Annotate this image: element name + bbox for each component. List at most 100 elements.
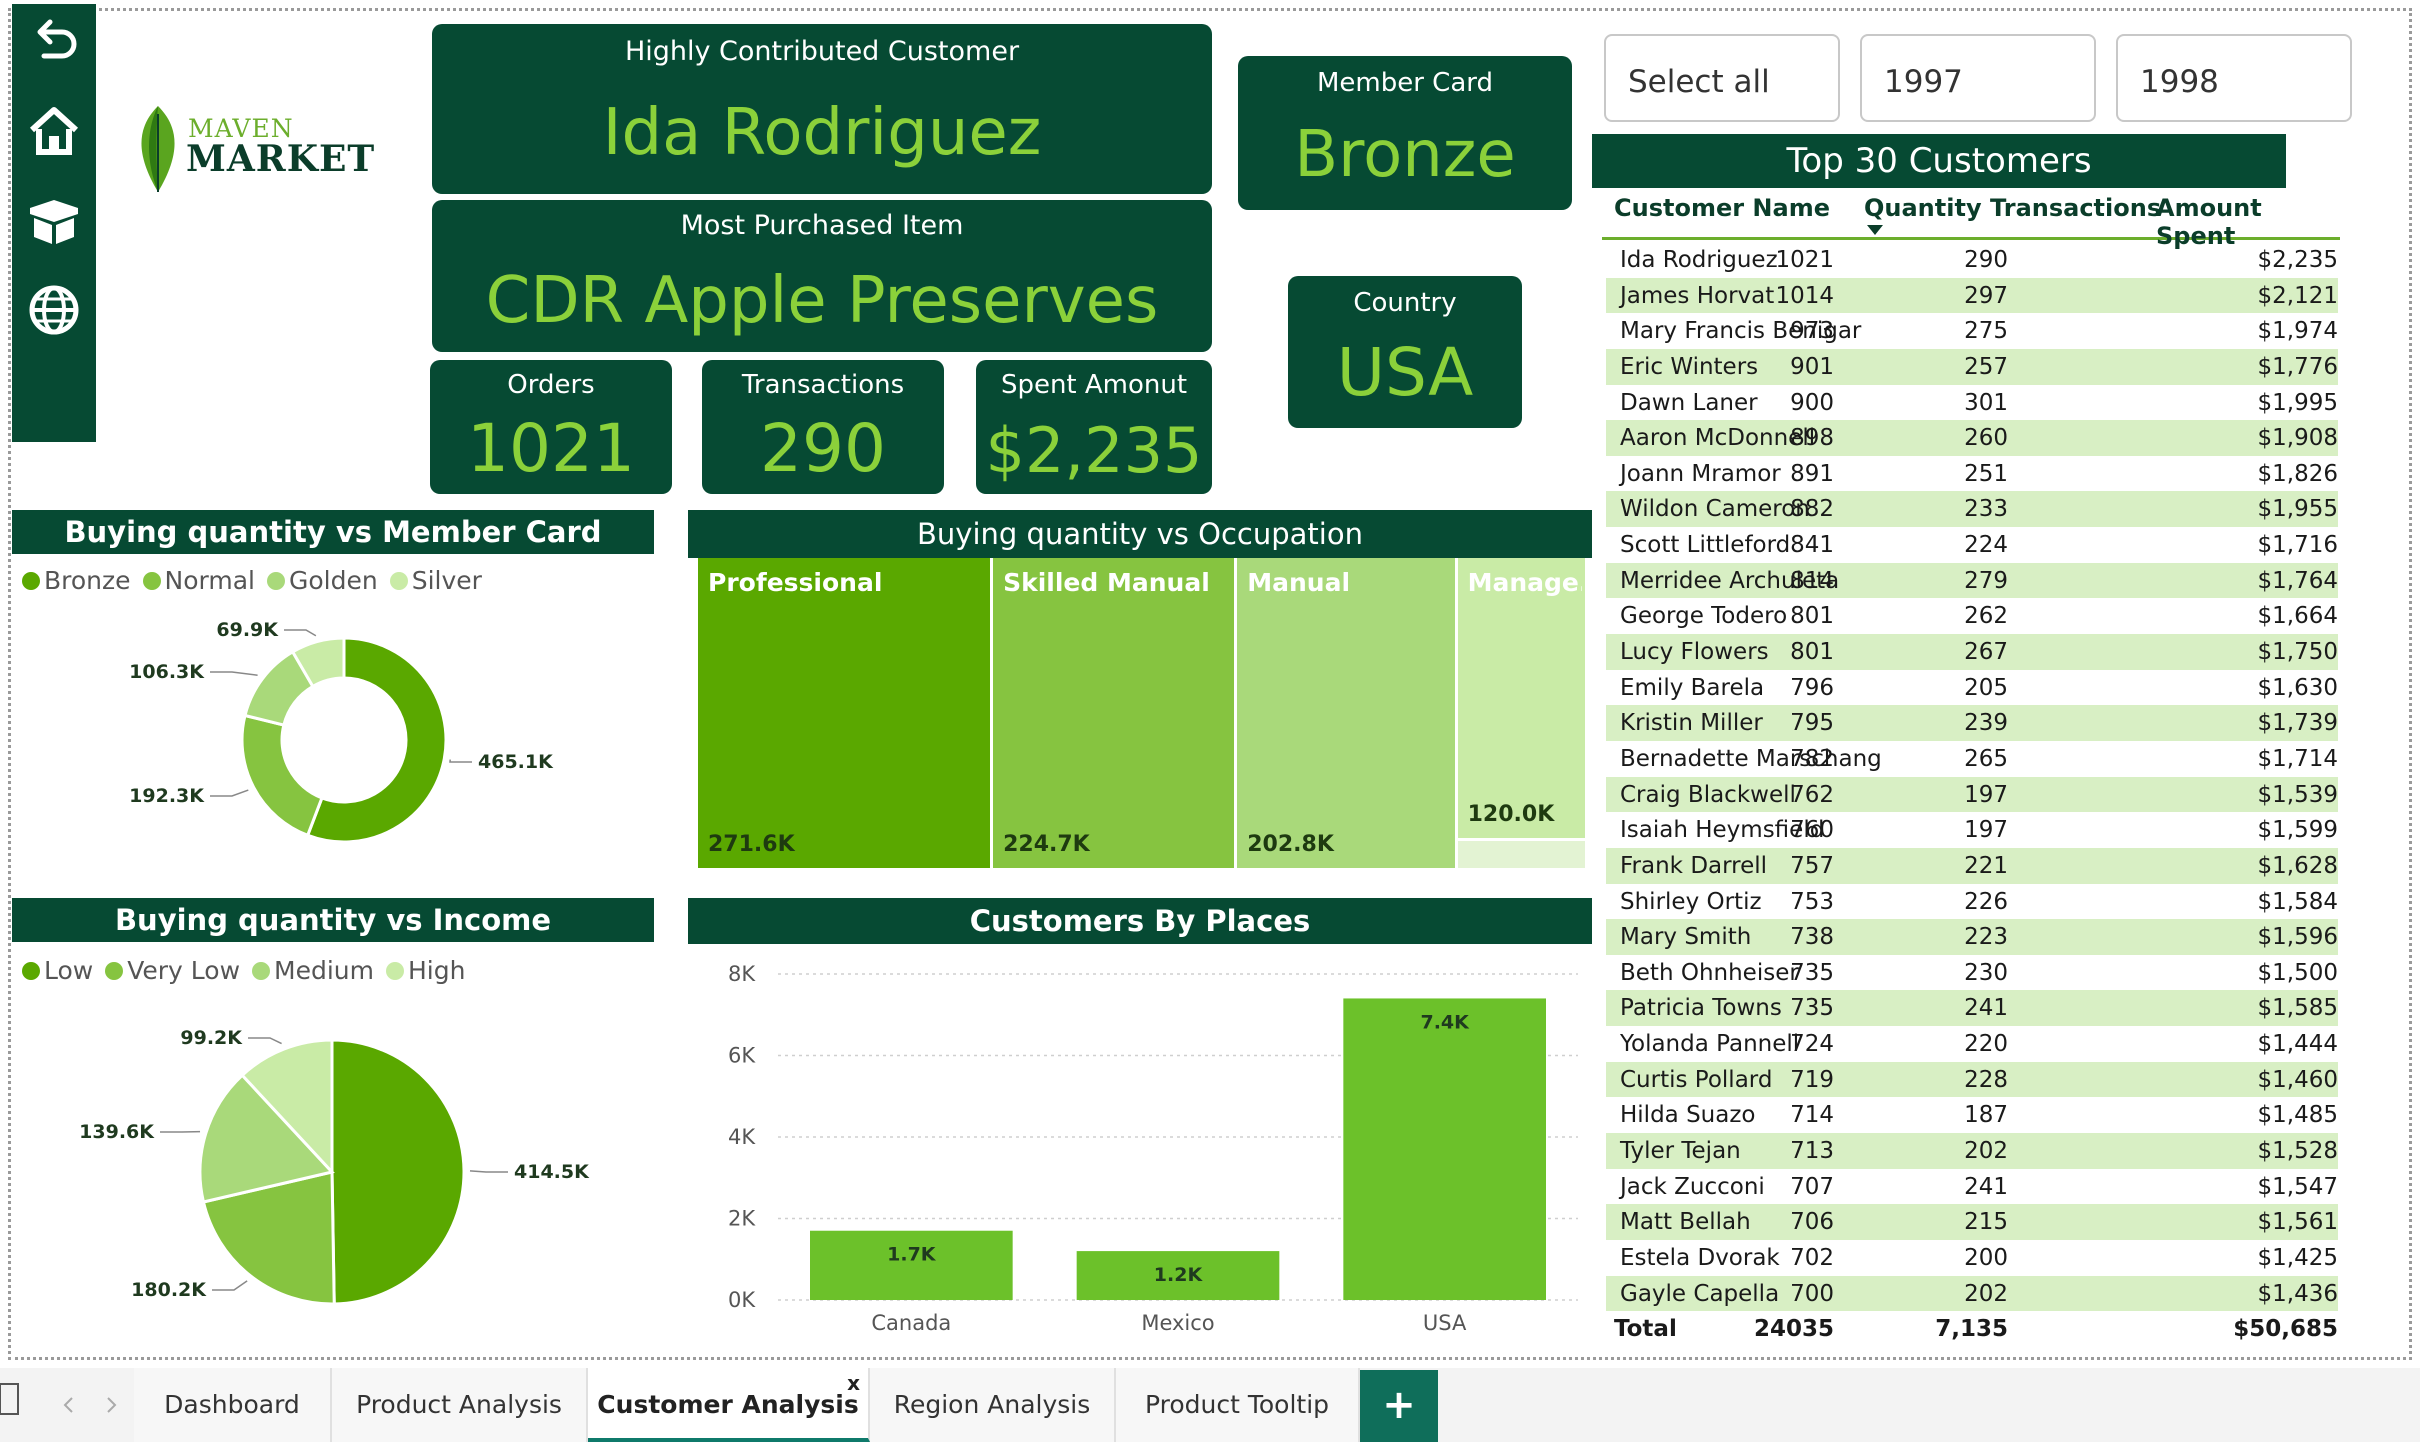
- table-row[interactable]: Dawn Laner 900 301 $1,995: [1606, 385, 2338, 421]
- data-label-3: 69.9K: [216, 619, 279, 641]
- cell-transactions: 233: [1964, 496, 2008, 523]
- table-row[interactable]: Gayle Capella 700 202 $1,436: [1606, 1275, 2338, 1312]
- legend-bronze: Bronze: [44, 566, 131, 595]
- col-customer-name[interactable]: Customer Name: [1614, 194, 1830, 222]
- table-row[interactable]: Curtis Pollard 719 228 $1,460: [1606, 1061, 2338, 1098]
- treemap-cell-0[interactable]: Professional 271.6K: [698, 558, 991, 868]
- table-row[interactable]: Wildon Cameron 882 233 $1,955: [1606, 491, 2338, 528]
- slicer-1998[interactable]: 1998: [2116, 34, 2352, 122]
- cell-quantity: 1021: [1775, 247, 1834, 273]
- cell-transactions: 221: [1964, 852, 2008, 879]
- leader-line: [210, 789, 249, 797]
- cell-amount-spent: $2,121: [2257, 282, 2338, 309]
- col-transactions[interactable]: Transactions: [1990, 194, 2161, 222]
- pie-slice-0[interactable]: [330, 1038, 466, 1306]
- data-label-2: 106.3K: [129, 661, 205, 683]
- tab-dashboard[interactable]: Dashboard: [134, 1368, 332, 1442]
- cell-amount-spent: $1,628: [2257, 852, 2338, 879]
- cell-transactions: 241: [1964, 1173, 2008, 1200]
- cell-amount-spent: $1,584: [2257, 888, 2338, 915]
- cell-quantity: 814: [1790, 567, 1834, 594]
- box-icon[interactable]: [26, 192, 82, 248]
- table-row[interactable]: Merridee Archuleta 814 279 $1,764: [1606, 562, 2338, 599]
- cell-customer-name: Matt Bellah: [1620, 1209, 1751, 1236]
- table-row[interactable]: Eric Winters 901 257 $1,776: [1606, 348, 2338, 385]
- top-item-caption: Most Purchased Item: [680, 210, 964, 241]
- cell-amount-spent: $1,750: [2257, 639, 2338, 666]
- tab-product-tooltip[interactable]: Product Tooltip: [1116, 1368, 1360, 1442]
- table-row[interactable]: Kristin Miller 795 239 $1,739: [1606, 705, 2338, 741]
- data-label-0: 414.5K: [514, 1161, 590, 1183]
- bar-value-label: 1.2K: [1154, 1264, 1204, 1286]
- cell-quantity: 795: [1790, 710, 1834, 737]
- table-row[interactable]: Patricia Towns 735 241 $1,585: [1606, 990, 2338, 1027]
- leader-line: [449, 759, 472, 763]
- table-row[interactable]: James Horvat 1014 297 $2,121: [1606, 277, 2338, 314]
- table-row[interactable]: Mary Francis Benigar 973 275 $1,974: [1606, 313, 2338, 349]
- slicer-1997[interactable]: 1997: [1860, 34, 2096, 122]
- pie-slice-1[interactable]: [240, 713, 324, 838]
- close-tab-icon[interactable]: x: [847, 1346, 860, 1420]
- prev-page-icon[interactable]: [62, 1396, 74, 1414]
- add-page-button[interactable]: +: [1360, 1370, 1438, 1442]
- table-row[interactable]: George Todero 801 262 $1,664: [1606, 598, 2338, 634]
- places-bar-chart: 0K 2K 4K 6K 8K 1.7K Canada 1.2K Mexico 7.4K USA: [728, 962, 1578, 1335]
- table-row[interactable]: Yolanda Pannell 724 220 $1,444: [1606, 1026, 2338, 1062]
- cell-quantity: 753: [1790, 888, 1834, 915]
- tab-customer-analysis[interactable]: Customer Analysis x: [588, 1368, 870, 1442]
- leader-line: [210, 671, 258, 676]
- leader-line: [212, 1280, 248, 1291]
- table-row[interactable]: Joann Mramor 891 251 $1,826: [1606, 456, 2338, 492]
- table-row[interactable]: Jack Zucconi 707 241 $1,547: [1606, 1169, 2338, 1205]
- table-row[interactable]: Bernadette Marschang 782 265 $1,714: [1606, 741, 2338, 777]
- cell-transactions: 251: [1964, 460, 2008, 487]
- legend-golden: Golden: [289, 566, 378, 595]
- table-row[interactable]: Mary Smith 738 223 $1,596: [1606, 919, 2338, 955]
- spent-amount-caption: Spent Amonut: [1000, 370, 1188, 400]
- table-row[interactable]: Estela Dvorak 702 200 $1,425: [1606, 1240, 2338, 1276]
- cell-transactions: 223: [1964, 924, 2008, 951]
- tab-product-analysis[interactable]: Product Analysis: [332, 1368, 588, 1442]
- table-row[interactable]: Frank Darrell 757 221 $1,628: [1606, 847, 2338, 884]
- table-row[interactable]: Matt Bellah 706 215 $1,561: [1606, 1204, 2338, 1240]
- table-row[interactable]: Tyler Tejan 713 202 $1,528: [1606, 1133, 2338, 1169]
- next-page-icon[interactable]: [106, 1396, 118, 1414]
- page-navigator-icon[interactable]: [0, 1382, 22, 1420]
- slicer-select-all[interactable]: Select all: [1604, 34, 1840, 122]
- table-row[interactable]: Emily Barela 796 205 $1,630: [1606, 670, 2338, 706]
- table-row[interactable]: Scott Littleford 841 224 $1,716: [1606, 527, 2338, 563]
- cell-quantity: 796: [1790, 674, 1834, 701]
- legend-dot: [267, 571, 285, 590]
- total-transactions: 7,135: [1935, 1316, 2008, 1342]
- member-chart-legend: Bronze Normal Golden Silver: [22, 566, 494, 595]
- treemap-value: 271.6K: [708, 832, 795, 857]
- globe-icon[interactable]: [26, 282, 82, 338]
- home-icon[interactable]: [26, 102, 82, 158]
- legend-dot: [105, 961, 124, 980]
- table-row[interactable]: Hilda Suazo 714 187 $1,485: [1606, 1097, 2338, 1133]
- table-row[interactable]: Shirley Ortiz 753 226 $1,584: [1606, 884, 2338, 920]
- table-row[interactable]: Ida Rodriguez 1021 290 $2,235: [1606, 242, 2338, 278]
- cell-quantity: 973: [1790, 318, 1834, 345]
- treemap-label: Manage...: [1467, 568, 1582, 597]
- table-header: Customer Name Quantity Transactions Amou…: [1602, 188, 2340, 250]
- treemap-cell-3[interactable]: Manage... 120.0K: [1457, 558, 1585, 838]
- treemap-cell-2[interactable]: Manual 202.8K: [1237, 558, 1455, 868]
- cell-transactions: 230: [1964, 959, 2008, 986]
- table-row[interactable]: Lucy Flowers 801 267 $1,750: [1606, 634, 2338, 670]
- legend-dot: [22, 571, 40, 590]
- table-row[interactable]: Aaron McDonnell 898 260 $1,908: [1606, 420, 2338, 456]
- tab-region-analysis[interactable]: Region Analysis: [870, 1368, 1116, 1442]
- treemap-cell-1[interactable]: Skilled Manual 224.7K: [993, 558, 1235, 868]
- cell-customer-name: Ida Rodriguez: [1620, 247, 1778, 273]
- cell-amount-spent: $1,716: [2257, 532, 2338, 559]
- table-row[interactable]: Isaiah Heymsfield 760 197 $1,599: [1606, 812, 2338, 848]
- table-row[interactable]: Craig Blackwell 762 197 $1,539: [1606, 776, 2338, 813]
- bar-usa[interactable]: [1343, 998, 1546, 1300]
- sort-desc-icon[interactable]: [1866, 224, 1884, 236]
- back-arrow-icon[interactable]: [26, 14, 82, 70]
- data-label-0: 465.1K: [478, 751, 554, 773]
- table-row[interactable]: Beth Ohnheiser 735 230 $1,500: [1606, 955, 2338, 991]
- col-quantity[interactable]: Quantity: [1864, 194, 1982, 222]
- cell-amount-spent: $1,764: [2257, 567, 2338, 594]
